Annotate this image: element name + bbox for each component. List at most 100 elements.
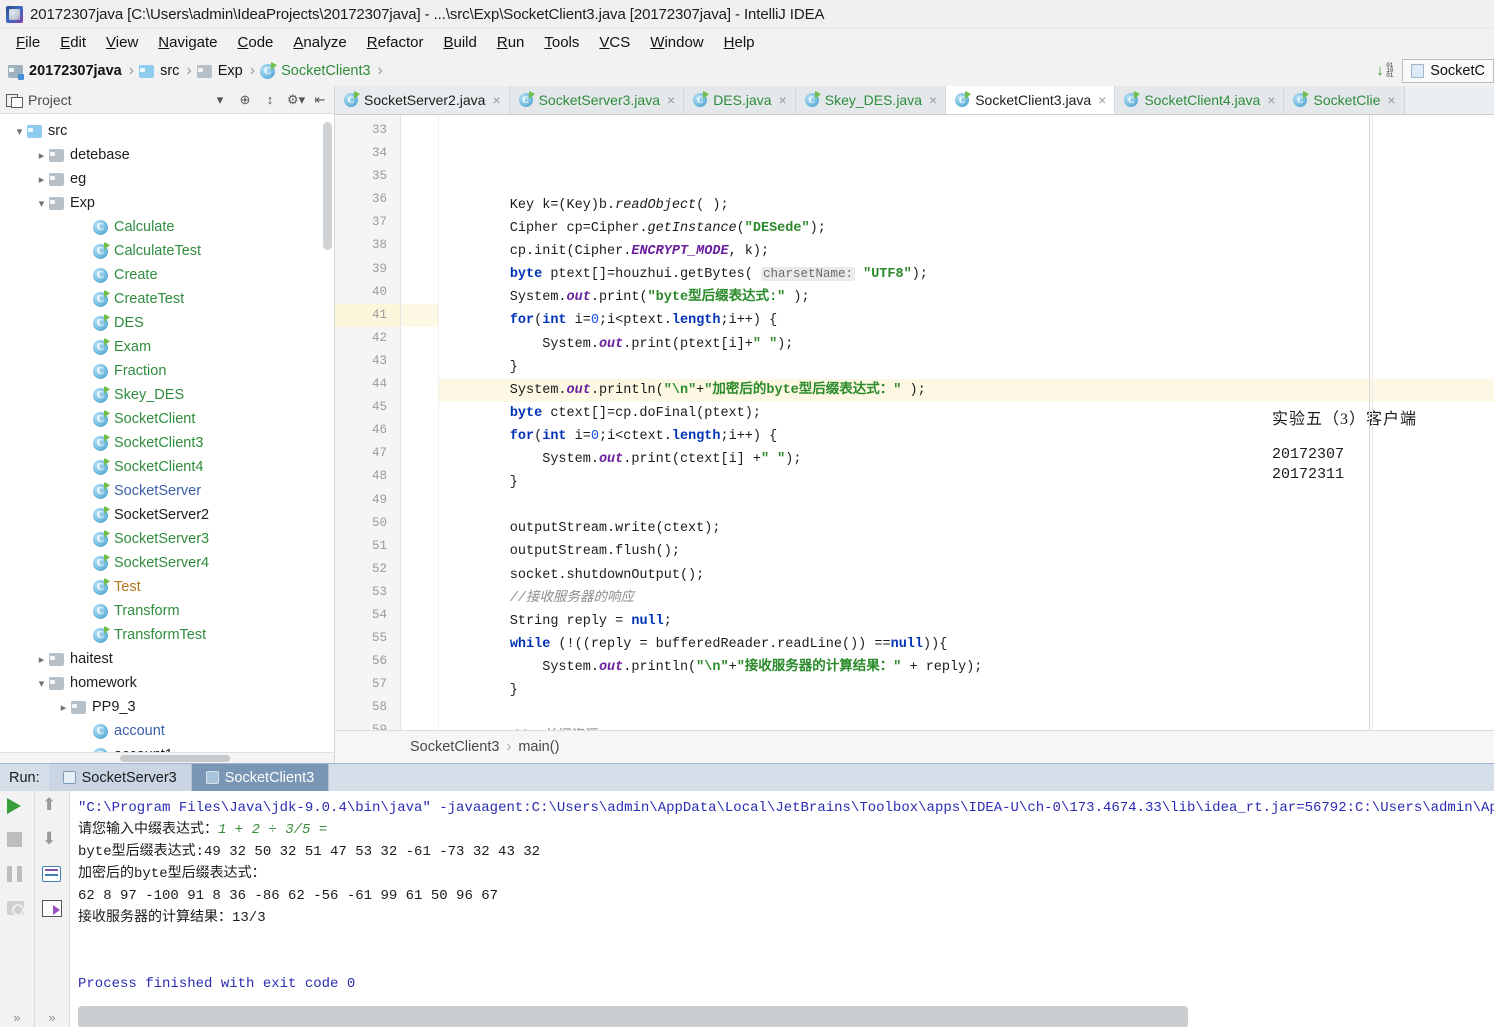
tree-item-socketclient[interactable]: .CSocketClient — [0, 407, 334, 431]
code-line-34[interactable]: Cipher cp=Cipher.getInstance("DESede"); — [439, 217, 1494, 240]
tree-item-account[interactable]: .Caccount — [0, 719, 334, 743]
chevron-down-icon[interactable]: ▾ — [212, 92, 228, 108]
code-line-40[interactable]: } — [439, 356, 1494, 379]
close-icon[interactable]: × — [492, 92, 500, 108]
breadcrumb-item-socketclient3[interactable]: C SocketClient3 — [260, 61, 371, 79]
chevron-down-icon[interactable]: ▾ — [12, 125, 27, 138]
editor-tab-socketserver3[interactable]: C SocketServer3.java × — [509, 86, 685, 114]
menu-item-analyze[interactable]: Analyze — [283, 32, 356, 53]
soft-wrap-icon[interactable] — [42, 864, 62, 884]
tree-item-exam[interactable]: .CExam — [0, 335, 334, 359]
expand-more-icon[interactable]: » — [13, 1010, 20, 1025]
code-line-38[interactable]: for(int i=0;i<ptext.length;i++) { — [439, 309, 1494, 332]
editor-breadcrumb[interactable]: SocketClient3 › main() — [335, 730, 1494, 763]
code-line-48[interactable]: outputStream.flush(); — [439, 540, 1494, 563]
breadcrumb-method[interactable]: main() — [518, 739, 559, 755]
expand-collapse-icon[interactable]: ↕ — [262, 92, 278, 108]
code-line-46[interactable] — [439, 494, 1494, 517]
run-icon[interactable] — [7, 796, 27, 816]
code-line-53[interactable]: System.out.println("\n"+"接收服务器的计算结果：" + … — [439, 656, 1494, 679]
tree-item-socketserver2[interactable]: .CSocketServer2 — [0, 503, 334, 527]
run-tab-socketclient3[interactable]: SocketClient3 — [191, 764, 330, 791]
code-line-55[interactable] — [439, 702, 1494, 725]
collapse-all-icon[interactable]: ⇤ — [312, 92, 328, 108]
breadcrumb-item-20172307java[interactable]: 20172307java — [8, 63, 122, 80]
expand-more-icon-2[interactable]: » — [48, 1010, 55, 1025]
code-line-56[interactable]: //4.关闭资源 — [439, 725, 1494, 730]
menu-item-vcs[interactable]: VCS — [589, 32, 640, 53]
chevron-right-icon[interactable]: ▸ — [34, 653, 49, 666]
tree-horizontal-scrollbar[interactable] — [0, 752, 334, 763]
tree-item-createtest[interactable]: .CCreateTest — [0, 287, 334, 311]
code-line-51[interactable]: String reply = null; — [439, 610, 1494, 633]
close-icon[interactable]: × — [667, 92, 675, 108]
code-line-37[interactable]: System.out.print("byte型后缀表达式:" ); — [439, 286, 1494, 309]
tree-item-fraction[interactable]: .C Fraction — [0, 359, 334, 383]
tree-item-transformtest[interactable]: .CTransformTest — [0, 623, 334, 647]
code-line-54[interactable]: } — [439, 679, 1494, 702]
code-line-41[interactable]: System.out.println("\n"+"加密后的byte型后缀表达式：… — [439, 378, 1494, 402]
tree-item-exp[interactable]: ▾ Exp — [0, 191, 334, 215]
editor-tab-skey_des[interactable]: C Skey_DES.java × — [795, 86, 947, 114]
tree-item-des[interactable]: .CDES — [0, 311, 334, 335]
code-line-47[interactable]: outputStream.write(ctext); — [439, 517, 1494, 540]
tree-item-socketserver3[interactable]: .CSocketServer3 — [0, 527, 334, 551]
camera-icon[interactable] — [7, 898, 27, 918]
code-line-50[interactable]: //接收服务器的响应 — [439, 587, 1494, 610]
locate-icon[interactable]: ⊕ — [237, 92, 253, 108]
chevron-right-icon[interactable]: ▸ — [34, 173, 49, 186]
tree-vertical-scrollbar[interactable] — [323, 122, 332, 250]
chevron-down-icon[interactable]: ▾ — [34, 197, 49, 210]
close-icon[interactable]: × — [929, 92, 937, 108]
menu-item-code[interactable]: Code — [228, 32, 284, 53]
code-line-36[interactable]: byte ptext[]=houzhui.getBytes( charsetNa… — [439, 263, 1494, 286]
tree-item-pp9_3[interactable]: ▸ PP9_3 — [0, 695, 334, 719]
chevron-down-icon[interactable]: ▾ — [34, 677, 49, 690]
code-line-33[interactable]: Key k=(Key)b.readObject( ); — [439, 194, 1494, 217]
menu-item-refactor[interactable]: Refactor — [357, 32, 434, 53]
breadcrumb-class[interactable]: SocketClient3 — [410, 739, 499, 755]
tree-item-transform[interactable]: .C Transform — [0, 599, 334, 623]
tree-item-account1[interactable]: .Caccount1 — [0, 743, 334, 752]
menu-item-build[interactable]: Build — [433, 32, 486, 53]
tree-item-detebase[interactable]: ▸ detebase — [0, 143, 334, 167]
tree-item-homework[interactable]: ▾ homework — [0, 671, 334, 695]
menu-item-navigate[interactable]: Navigate — [148, 32, 227, 53]
run-tab-socketserver3[interactable]: SocketServer3 — [48, 764, 192, 791]
console-horizontal-scrollbar[interactable] — [78, 1006, 1188, 1027]
editor-tab-socketclient3[interactable]: C SocketClient3.java × — [946, 86, 1116, 114]
tree-item-haitest[interactable]: ▸ haitest — [0, 647, 334, 671]
update-binary-icon[interactable]: ↓ 01 10 01 — [1374, 61, 1398, 81]
menu-item-tools[interactable]: Tools — [534, 32, 589, 53]
close-icon[interactable]: × — [1267, 92, 1275, 108]
code-text[interactable]: 实验五（3）客户端 20172307 20172311 Key k=(Key)b… — [439, 115, 1494, 730]
console-output[interactable]: "C:\Program Files\Java\jdk-9.0.4\bin\jav… — [70, 791, 1494, 1027]
menu-bar[interactable]: File Edit View Navigate Code Analyze Refactor B… — [0, 29, 1494, 56]
editor-tab-des[interactable]: C DES.java × — [684, 86, 796, 114]
tree-item-create[interactable]: .C Create — [0, 263, 334, 287]
code-line-52[interactable]: while (!((reply = bufferedReader.readLin… — [439, 633, 1494, 656]
close-icon[interactable]: × — [1098, 92, 1106, 108]
breadcrumb-item-exp[interactable]: Exp — [196, 63, 243, 79]
tree-item-socketclient3[interactable]: .CSocketClient3 — [0, 431, 334, 455]
tree-item-socketserver[interactable]: .CSocketServer — [0, 479, 334, 503]
code-line-39[interactable]: System.out.print(ptext[i]+" "); — [439, 333, 1494, 356]
pause-icon[interactable] — [7, 864, 27, 884]
menu-item-window[interactable]: Window — [640, 32, 713, 53]
tree-item-socketserver4[interactable]: .CSocketServer4 — [0, 551, 334, 575]
chevron-right-icon[interactable]: ▸ — [34, 149, 49, 162]
settings-gear-icon[interactable]: ⚙▾ — [287, 92, 305, 108]
tree-item-src[interactable]: ▾ src — [0, 119, 334, 143]
tree-item-eg[interactable]: ▸ eg — [0, 167, 334, 191]
code-folding-column[interactable] — [401, 115, 439, 730]
run-configuration-selector[interactable]: SocketC — [1402, 59, 1494, 83]
close-icon[interactable]: × — [1387, 92, 1395, 108]
editor-tab-strip[interactable]: C SocketServer2.java × C SocketServer3.java ×… — [335, 86, 1494, 115]
run-tab-strip[interactable]: Run: SocketServer3 SocketClient3 — [0, 764, 1494, 791]
project-tree[interactable]: ▾src▸detebase▸eg▾Exp.CCalculate.CCalcula… — [0, 114, 334, 752]
tree-item-calculate[interactable]: .C Calculate — [0, 215, 334, 239]
editor-tab-socketclient4[interactable]: C SocketClient4.java × — [1115, 86, 1285, 114]
tree-item-test[interactable]: .CTest — [0, 575, 334, 599]
arrow-down-icon[interactable]: ⬇ — [42, 830, 62, 850]
tree-item-socketclient4[interactable]: .CSocketClient4 — [0, 455, 334, 479]
